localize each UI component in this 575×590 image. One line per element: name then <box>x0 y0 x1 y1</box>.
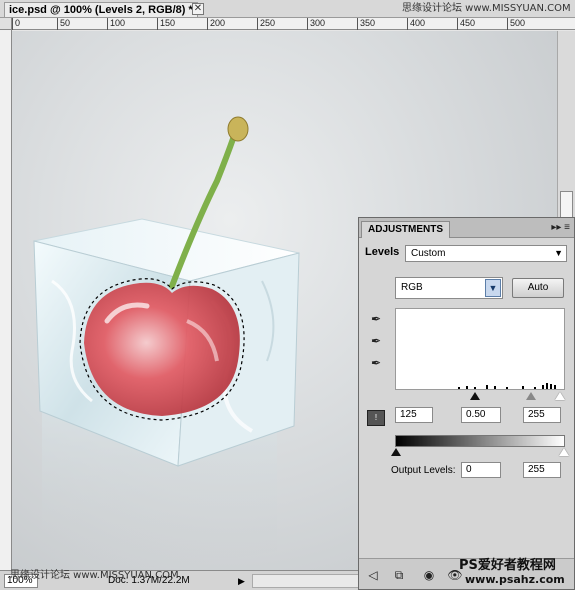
channel-select[interactable]: RGB ▼ <box>395 277 503 299</box>
ruler-label: 400 <box>407 18 425 30</box>
output-levels-slider[interactable] <box>391 448 569 458</box>
ruler-label: 150 <box>157 18 175 30</box>
chevron-down-icon[interactable]: ▼ <box>485 279 501 297</box>
histogram <box>395 308 565 390</box>
black-point-handle[interactable] <box>470 392 480 400</box>
white-point-handle[interactable] <box>555 392 565 400</box>
histogram-bar <box>550 384 552 389</box>
watermark-top: 思缘设计论坛 www.MISSYUAN.COM <box>402 3 571 14</box>
input-gamma-field[interactable]: 0.50 <box>461 407 501 423</box>
ruler-label: 250 <box>257 18 275 30</box>
panel-header: ADJUSTMENTS ▸▸ ≡ <box>359 218 574 238</box>
output-white-handle[interactable] <box>559 448 569 456</box>
gray-eyedropper-icon[interactable]: ✒ <box>371 334 385 348</box>
histogram-bar <box>466 386 468 389</box>
tab-adjustments[interactable]: ADJUSTMENTS <box>361 221 451 238</box>
ruler-label: 500 <box>507 18 525 30</box>
output-black-field[interactable]: 0 <box>461 462 501 478</box>
channel-value: RGB <box>401 282 423 293</box>
watermark-line-2: www.psahz.com <box>465 573 565 586</box>
output-gradient-bar <box>395 435 565 447</box>
ruler-label: 350 <box>357 18 375 30</box>
close-tab-icon[interactable]: ✕ <box>192 3 204 15</box>
gamma-handle[interactable] <box>526 392 536 400</box>
preset-value: Custom <box>411 248 446 259</box>
histogram-bar <box>534 387 536 389</box>
preset-select[interactable]: Custom ▼ <box>405 245 567 262</box>
ruler-label: 50 <box>57 18 70 30</box>
output-black-handle[interactable] <box>391 448 401 456</box>
watermark-line-1: PS爱好者教程网 <box>459 558 556 573</box>
output-white-field[interactable]: 255 <box>523 462 561 478</box>
input-levels-slider[interactable] <box>395 392 565 402</box>
expand-view-icon[interactable]: ⧉ <box>391 567 407 583</box>
ruler-corner <box>0 18 12 30</box>
panel-menu-icon[interactable]: ▸▸ ≡ <box>551 222 570 233</box>
histogram-bar <box>554 385 556 389</box>
clip-layer-icon[interactable]: ◉ <box>421 567 437 583</box>
horizontal-scrollbar[interactable] <box>252 574 362 588</box>
levels-label: Levels <box>365 246 400 258</box>
watermark-bottom: 思缘设计论坛 www.MISSYUAN.COM <box>10 570 179 581</box>
status-menu-arrow-icon[interactable]: ▶ <box>238 575 248 587</box>
black-eyedropper-icon[interactable]: ✒ <box>371 312 385 326</box>
histogram-bar <box>486 385 488 389</box>
ruler-label: 300 <box>307 18 325 30</box>
histogram-bar <box>458 387 460 389</box>
ruler-label: 200 <box>207 18 225 30</box>
histogram-bar <box>542 385 544 389</box>
histogram-bar <box>494 386 496 389</box>
histogram-bar <box>506 387 508 389</box>
vertical-ruler[interactable] <box>0 30 12 570</box>
back-arrow-icon[interactable]: ◁ <box>365 567 381 583</box>
horizontal-ruler[interactable]: 0 50 100 150 200 250 300 350 400 450 500 <box>12 18 575 30</box>
auto-button[interactable]: Auto <box>512 278 564 298</box>
document-tab[interactable]: ice.psd @ 100% (Levels 2, RGB/8) * <box>4 2 198 17</box>
chevron-down-icon[interactable]: ▼ <box>554 246 563 261</box>
histogram-bar <box>474 387 476 389</box>
ruler-label: 0 <box>12 18 20 30</box>
ruler-label: 100 <box>107 18 125 30</box>
ruler-label: 450 <box>457 18 475 30</box>
watermark-panel: PS爱好者教程网 www.psahz.com <box>459 558 571 586</box>
adjustments-panel: ADJUSTMENTS ▸▸ ≡ Levels Custom ▼ RGB ▼ A… <box>358 217 575 590</box>
clipping-warning-icon[interactable]: ! <box>367 410 385 426</box>
input-black-field[interactable]: 125 <box>395 407 433 423</box>
output-levels-label: Output Levels: <box>391 465 456 476</box>
input-white-field[interactable]: 255 <box>523 407 561 423</box>
histogram-bar <box>522 386 524 389</box>
white-eyedropper-icon[interactable]: ✒ <box>371 356 385 370</box>
histogram-bar <box>546 383 548 389</box>
